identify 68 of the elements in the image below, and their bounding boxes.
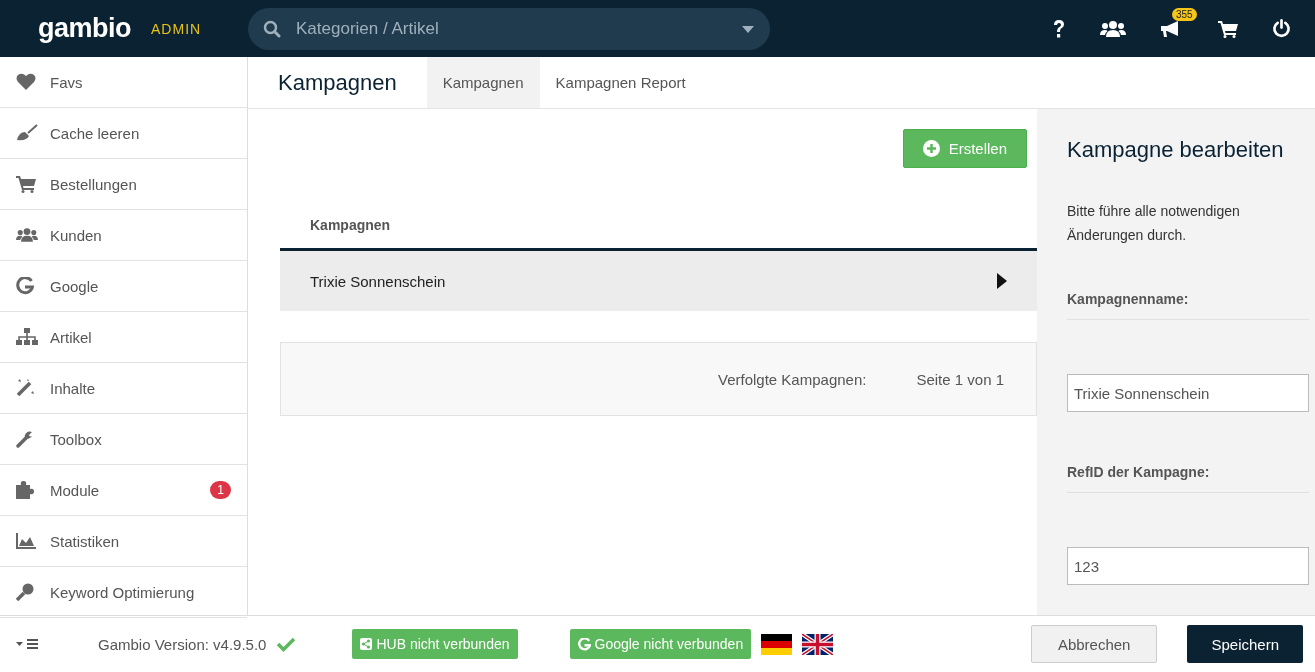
- heart-icon: [16, 73, 36, 91]
- area-chart-icon: [16, 533, 36, 549]
- german-flag-icon[interactable]: [761, 633, 793, 655]
- sidebar-label: Inhalte: [50, 379, 97, 397]
- brush-icon: [16, 124, 38, 142]
- table-cell: Trixie Sonnenschein: [310, 272, 446, 290]
- sidebar-label: Artikel: [50, 328, 93, 346]
- sidebar-label: Bestellungen: [50, 175, 138, 193]
- panel-description: Bitte führe alle notwendigen Änderungen durch.: [1067, 202, 1241, 245]
- sidebar-label: Toolbox: [50, 430, 103, 448]
- count-badge: 1: [210, 481, 231, 499]
- help-icon[interactable]: [1052, 18, 1066, 39]
- power-icon[interactable]: [1272, 19, 1291, 38]
- input-field[interactable]: Trixie Sonnenschein: [1067, 374, 1309, 412]
- letter-g-icon: [16, 277, 34, 295]
- logo-suffix: ADMIN: [151, 20, 202, 37]
- sidebar-label: Favs: [50, 73, 84, 91]
- field-label: RefID der Kampagne:: [1067, 464, 1309, 493]
- cart-icon[interactable]: [1218, 19, 1238, 38]
- key-icon: [16, 583, 34, 601]
- sidebar-item[interactable]: Module 1: [0, 465, 247, 516]
- cart-icon: [16, 175, 36, 193]
- page-title: Kampagnen: [278, 69, 397, 96]
- search-icon: [263, 19, 281, 38]
- search-field[interactable]: Kategorien / Artikel: [248, 7, 770, 50]
- logo[interactable]: gambio: [38, 13, 131, 44]
- sidebar-item[interactable]: Inhalte: [0, 363, 247, 414]
- sidebar-item[interactable]: Keyword Optimierung: [0, 567, 247, 618]
- tab[interactable]: Kampagnen: [426, 57, 540, 108]
- play-icon: [997, 273, 1007, 289]
- puzzle-icon: [16, 481, 36, 499]
- sidebar-label: Cache leeren: [50, 124, 141, 142]
- version-text: Gambio Version: v4.9.5.0: [98, 635, 267, 653]
- sidebar-label: Statistiken: [50, 532, 121, 550]
- table-row[interactable]: Trixie Sonnenschein: [280, 251, 1037, 311]
- column-header: Kampagnen: [310, 217, 391, 233]
- sidebar-item[interactable]: Artikel: [0, 312, 247, 363]
- save-button[interactable]: Speichern: [1187, 625, 1303, 663]
- sidebar-item[interactable]: Kunden: [0, 210, 247, 261]
- sidebar-item[interactable]: Google: [0, 261, 247, 312]
- users-icon[interactable]: [1100, 19, 1126, 38]
- wrench-icon: [16, 430, 34, 448]
- check-icon: [276, 636, 297, 652]
- cancel-button[interactable]: Abbrechen: [1030, 625, 1158, 663]
- share-icon: [360, 638, 373, 650]
- magic-wand-icon: [16, 379, 36, 397]
- sitemap-icon: [16, 328, 38, 346]
- sidebar-item[interactable]: Cache leeren: [0, 108, 247, 159]
- sidebar-toggle[interactable]: [16, 638, 38, 650]
- uk-flag-icon[interactable]: [802, 633, 834, 655]
- sidebar-item[interactable]: Bestellungen: [0, 159, 247, 210]
- panel-title: Kampagne bearbeiten: [1067, 137, 1285, 163]
- sidebar-item[interactable]: Favs: [0, 57, 247, 108]
- sidebar-item[interactable]: Toolbox: [0, 414, 247, 465]
- caret-icon: [742, 25, 754, 33]
- field-label: Kampagnenname:: [1067, 291, 1309, 320]
- sidebar-label: Kunden: [50, 226, 103, 244]
- users-icon: [16, 227, 38, 243]
- input-field[interactable]: 123: [1067, 547, 1309, 585]
- sidebar-label: Google: [50, 277, 100, 295]
- notification-badge: 355: [1172, 7, 1197, 21]
- sidebar-label: Module: [50, 481, 101, 499]
- letter-g-icon: [577, 637, 591, 651]
- sidebar-item[interactable]: Statistiken: [0, 516, 247, 567]
- page-indicator: Seite 1 von 1: [916, 370, 1004, 388]
- pager-summary: Verfolgte Kampagnen:: [718, 370, 867, 388]
- plus-icon: [922, 140, 940, 157]
- sidebar-label: Keyword Optimierung: [50, 583, 196, 601]
